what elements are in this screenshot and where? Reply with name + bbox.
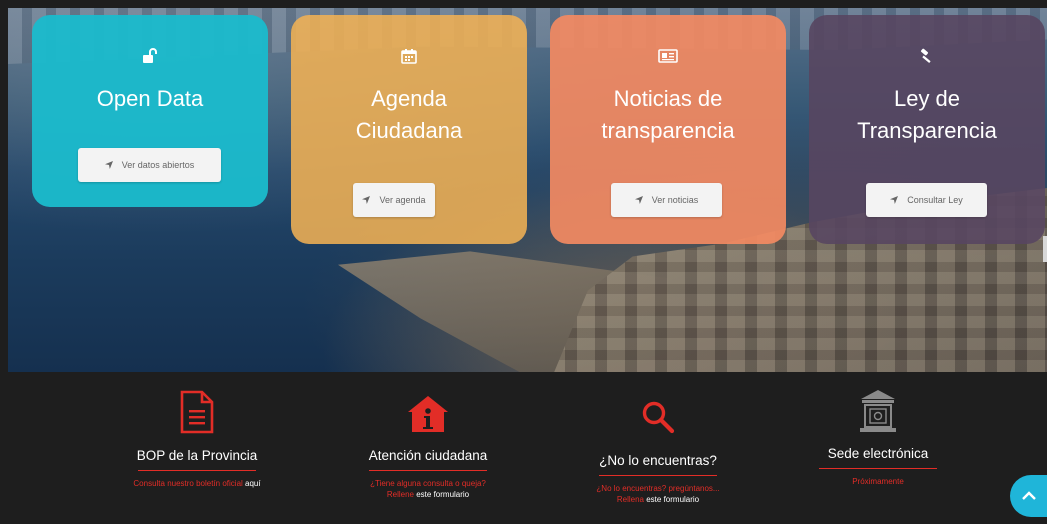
rellena-link[interactable]: Rellena [617, 495, 644, 504]
footer-item-title: Atención ciudadana [368, 448, 488, 463]
button-label: Ver datos abiertos [121, 160, 195, 170]
footer-item-title: BOP de la Provincia [136, 448, 258, 463]
button-label: Consultar Ley [907, 195, 963, 205]
card-title: Agenda Ciudadana [355, 86, 463, 143]
search-icon [641, 384, 675, 434]
divider [819, 468, 937, 469]
unlock-icon [142, 45, 158, 67]
button-label: Ver agenda [379, 195, 426, 205]
footer-item-desc: Consulta nuestro boletín oficial aquí [133, 479, 261, 488]
noticias-button[interactable]: Ver noticias [611, 183, 722, 217]
button-label: Ver noticias [651, 195, 699, 205]
divider [369, 470, 487, 471]
footer-item-sede-electronica[interactable]: Sede electrónica Próximamente [768, 372, 988, 487]
footer-item-title: ¿No lo encuentras? [599, 453, 717, 468]
location-arrow-icon [362, 196, 371, 204]
card-open-data[interactable]: Open Data Ver datos abiertos [32, 15, 268, 207]
footer-item-no-lo-encuentras[interactable]: ¿No lo encuentras? ¿No lo encuentras? pr… [548, 372, 768, 505]
consultar-ley-button[interactable]: Consultar Ley [866, 183, 987, 217]
card-title: Noticias de transparencia [601, 86, 735, 143]
location-arrow-icon [634, 196, 643, 204]
location-arrow-icon [104, 161, 113, 169]
divider [138, 470, 256, 471]
rellene-link[interactable]: Rellene [387, 490, 414, 499]
open-data-button[interactable]: Ver datos abiertos [78, 148, 221, 182]
bop-link[interactable]: Consulta nuestro boletín oficial [133, 479, 242, 488]
page-scrollbar[interactable] [1043, 236, 1047, 262]
footer-item-bop[interactable]: BOP de la Provincia Consulta nuestro bol… [87, 372, 307, 489]
agenda-button[interactable]: Ver agenda [353, 183, 435, 217]
card-ley-transparencia[interactable]: Ley de Transparencia Consultar Ley [809, 15, 1045, 244]
footer-item-desc: Próximamente [852, 477, 904, 486]
location-arrow-icon [890, 196, 899, 204]
info-house-icon [406, 384, 450, 434]
footer-item-desc: ¿Tiene alguna consulta o queja? Rellene … [370, 479, 486, 499]
footer-item-title: Sede electrónica [827, 446, 929, 461]
card-title: Open Data [96, 86, 204, 111]
newspaper-icon [658, 45, 678, 67]
chevron-up-icon [1021, 491, 1036, 500]
footer: BOP de la Provincia Consulta nuestro bol… [0, 372, 1047, 524]
calendar-icon [401, 45, 417, 67]
institution-icon [859, 384, 897, 434]
divider [599, 475, 717, 476]
footer-item-desc: ¿No lo encuentras? pregúntanos... Rellen… [596, 484, 720, 504]
card-agenda-ciudadana[interactable]: Agenda Ciudadana Ver agenda [291, 15, 527, 244]
card-noticias-transparencia[interactable]: Noticias de transparencia Ver noticias [550, 15, 786, 244]
card-title: Ley de Transparencia [857, 86, 997, 143]
footer-item-atencion[interactable]: Atención ciudadana ¿Tiene alguna consult… [318, 372, 538, 500]
document-icon [180, 384, 214, 434]
gavel-icon [919, 45, 935, 67]
scroll-to-top-button[interactable] [1010, 475, 1047, 517]
